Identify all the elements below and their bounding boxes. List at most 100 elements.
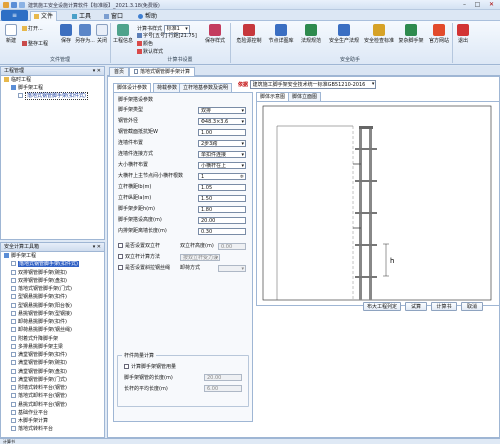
save-project-button[interactable]: 整存工程 xyxy=(22,41,48,48)
tab-schematic[interactable]: 脚体示意图 xyxy=(256,92,290,101)
tool-item[interactable]: 木脚手架计算 xyxy=(1,417,104,425)
check-row[interactable]: 是否设置斜拉钢丝绳 xyxy=(118,264,170,272)
safety-item-2[interactable]: 法规规范 xyxy=(297,24,325,44)
tool-item[interactable]: 型钢悬挑脚手架(扣件) xyxy=(1,293,104,301)
secondary-input[interactable] xyxy=(218,264,246,272)
field-input[interactable]: 1.05 xyxy=(198,183,246,191)
tree-item[interactable]: 临时工程 xyxy=(1,76,104,84)
field-select[interactable]: 2步3跨 xyxy=(198,139,246,147)
safety-item-3[interactable]: 安全生产法规 xyxy=(326,24,362,44)
tab-tools[interactable]: 工具 xyxy=(68,11,95,21)
checkbox[interactable] xyxy=(118,243,123,248)
calc-steel-checkbox-row[interactable]: 计算脚手架钢管用量 xyxy=(124,363,176,371)
tool-item[interactable]: 附墙式转料平台(钢管) xyxy=(1,384,104,392)
tree-item[interactable]: 脚手架工程 xyxy=(1,84,104,92)
tool-item[interactable]: 落地式卸料平台(钢管) xyxy=(1,392,104,400)
field-select[interactable]: 单扣件连接 xyxy=(198,150,246,158)
tool-item[interactable]: 基础作业平台 xyxy=(1,409,104,417)
document-tabs: 首页 落地式钢管脚手架计算 xyxy=(107,66,500,76)
tab-design-params[interactable]: 脚体设计参数 xyxy=(113,83,152,92)
calc-book-button[interactable]: 计算书 xyxy=(431,302,457,311)
panel-pin-close-icon[interactable]: ▾ ✕ xyxy=(93,67,101,76)
tab-elevation[interactable]: 脚体立面图 xyxy=(288,92,322,101)
tab-file[interactable]: 文件 xyxy=(30,11,58,21)
tool-item[interactable]: 卸荷悬挑脚手架(扣件) xyxy=(1,318,104,326)
app-menu-button[interactable]: ≡ xyxy=(1,10,28,21)
field-select[interactable]: Φ48.3×3.6 xyxy=(198,117,246,125)
tab-help[interactable]: 帮助 xyxy=(134,11,161,21)
field-input[interactable]: 1.80 xyxy=(198,205,246,213)
tab-home[interactable]: 首页 xyxy=(109,67,130,76)
quick-save-icon[interactable] xyxy=(11,2,17,8)
avg-length-input[interactable]: 6.00 xyxy=(204,385,242,392)
safety-item-5[interactable]: 复杂脚手架 xyxy=(396,24,426,44)
checkbox[interactable] xyxy=(124,364,129,369)
field-input[interactable]: 1 xyxy=(198,172,246,180)
tool-item[interactable]: 落地式钢管脚手架(扣件式) xyxy=(1,260,104,268)
tool-item[interactable]: 双排钢管脚手架(盘扣) xyxy=(1,277,104,285)
tab-window[interactable]: 窗口 xyxy=(100,11,127,21)
tab-label: 脚体示意图 xyxy=(260,94,286,100)
cancel-button[interactable]: 取消 xyxy=(461,302,483,311)
field-select[interactable]: 小横杆在上 xyxy=(198,161,246,169)
tool-item[interactable]: 满堂钢管脚手架(门式) xyxy=(1,376,104,384)
check-row[interactable]: 双立杆计算方法 xyxy=(118,253,160,261)
open-button[interactable]: 打开... xyxy=(22,26,43,33)
steel-length-input[interactable]: 20.00 xyxy=(204,374,242,381)
tool-item[interactable]: 满堂钢管脚手架(扣件) xyxy=(1,351,104,359)
field-input[interactable]: 20.00 xyxy=(198,216,246,224)
checkbox[interactable] xyxy=(118,254,123,259)
trial-calc-button[interactable]: 试算 xyxy=(405,302,427,311)
tool-item[interactable]: 满堂钢管脚手架(碗扣) xyxy=(1,359,104,367)
save-as-button[interactable]: 另存为... xyxy=(75,24,95,44)
large-project-button[interactable]: 布大工程列定 xyxy=(363,302,401,311)
safety-item-1[interactable]: 节点详图库 xyxy=(266,24,296,44)
tool-item[interactable]: 附着式升降脚手架 xyxy=(1,335,104,343)
exit-label: 退出 xyxy=(457,38,468,44)
check-row[interactable]: 是否设置双立杆 xyxy=(118,242,160,250)
secondary-input[interactable]: 按双立杆受力设 xyxy=(180,253,220,261)
safety-item-0[interactable]: 危险源控制 xyxy=(233,24,265,44)
new-button[interactable]: 新建 xyxy=(3,24,19,44)
font-value[interactable]: 五号 xyxy=(155,33,165,39)
tool-item[interactable]: 型钢悬挑脚手架(阳台板) xyxy=(1,302,104,310)
tree-item-selected[interactable]: 落地式钢管脚手架(扣件式) xyxy=(1,92,104,100)
tool-item[interactable]: 落地式钢管脚手架(门式) xyxy=(1,285,104,293)
panel-pin-close-icon[interactable]: ▾ ✕ xyxy=(93,243,101,252)
checkbox[interactable] xyxy=(118,265,123,270)
quick-undo-icon[interactable] xyxy=(19,2,25,8)
tab-load-params[interactable]: 荷载参数 xyxy=(153,83,182,92)
tool-item[interactable]: 悬挑式卸料平台(钢管) xyxy=(1,401,104,409)
tool-item[interactable]: 多排悬挑脚手架主梁 xyxy=(1,343,104,351)
close-window-button[interactable]: ✕ xyxy=(485,1,498,9)
save-button[interactable]: 保存 xyxy=(59,24,73,44)
default-style-icon xyxy=(137,49,142,54)
tool-item[interactable]: 悬挑钢管脚手架(型钢接) xyxy=(1,310,104,318)
color-row[interactable]: 颜色 xyxy=(137,41,153,48)
secondary-input[interactable]: 0.00 xyxy=(218,242,246,250)
tool-item[interactable]: 卸荷悬挑脚手架(钢丝绳) xyxy=(1,326,104,334)
tool-item[interactable]: 双排钢管脚手架(碗扣) xyxy=(1,269,104,277)
close-file-button[interactable]: 关闭 xyxy=(96,24,108,44)
ribbon: 新建 打开... 整存工程 保存 另存为... 关闭 文件管理 工程信息 计算书… xyxy=(0,21,500,65)
maximize-button[interactable]: □ xyxy=(471,1,484,9)
save-style-button[interactable]: 保存样式 xyxy=(204,24,226,44)
line-spacing-value[interactable]: 21.75 xyxy=(181,33,195,39)
default-style-button[interactable]: 默认样式 xyxy=(137,49,163,56)
field-select[interactable]: 双排 xyxy=(198,106,246,114)
exit-button[interactable]: 退出 xyxy=(455,24,471,44)
tool-item[interactable]: 脚手架工程 xyxy=(1,252,104,260)
tool-item[interactable]: 满堂钢管脚手架(盘扣) xyxy=(1,368,104,376)
safety-item-4[interactable]: 安全检查标准 xyxy=(363,24,395,44)
field-input[interactable]: 1.00 xyxy=(198,128,246,136)
basis-select[interactable]: 建筑施工脚手架安全技术统一标准GB51210-2016 xyxy=(249,80,377,89)
project-info-icon xyxy=(117,24,129,36)
field-input[interactable]: 0.30 xyxy=(198,227,246,235)
tab-foundation-params[interactable]: 立杆地基参数及说明 xyxy=(179,83,233,92)
minimize-button[interactable]: – xyxy=(458,1,471,9)
safety-item-6[interactable]: 官方网站 xyxy=(427,24,451,44)
field-input[interactable]: 1.50 xyxy=(198,194,246,202)
tool-item[interactable]: 落地式转料平台 xyxy=(1,425,104,433)
project-info-button[interactable]: 工程信息 xyxy=(112,24,134,44)
tab-scaffold-calc[interactable]: 落地式钢管脚手架计算 xyxy=(129,67,196,76)
